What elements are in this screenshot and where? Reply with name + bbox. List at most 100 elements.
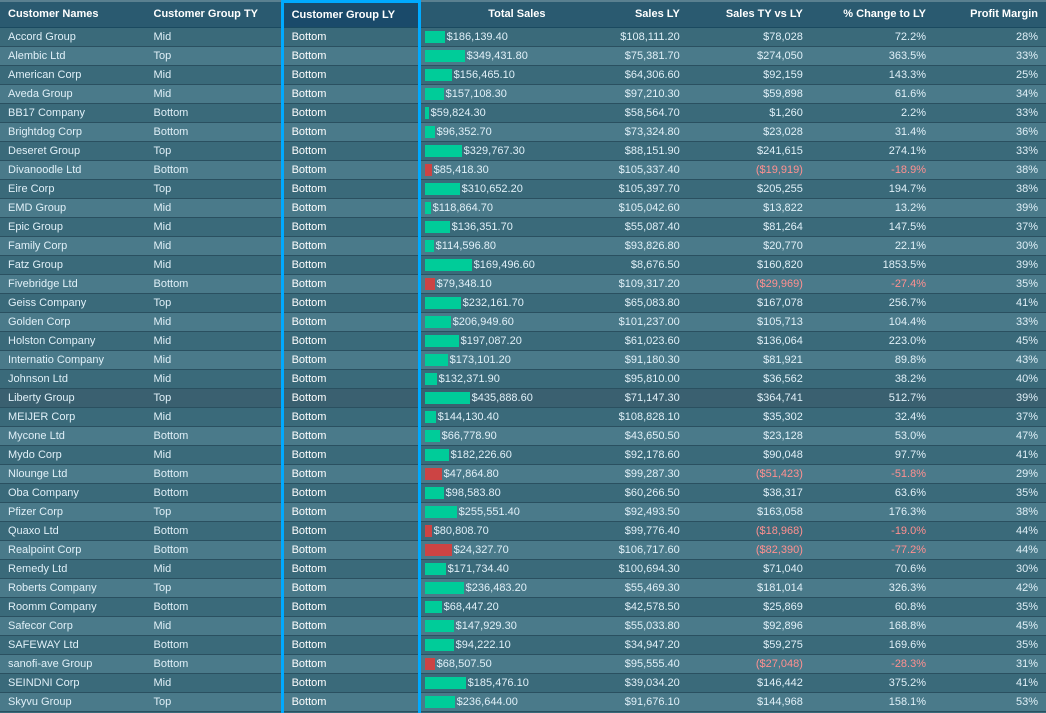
cell-salesLY: $105,397.70 [553,180,687,199]
cell-profitMargin: 39% [934,256,1046,275]
cell-salesTYvsLY: $78,028 [688,28,811,47]
cell-groupLY: Bottom [282,465,419,484]
col-header-salesLY[interactable]: Sales LY [553,2,687,28]
cell-name: Golden Corp [0,313,146,332]
cell-groupTY: Mid [146,617,283,636]
cell-groupLY: Bottom [282,161,419,180]
cell-salesLY: $61,023.60 [553,332,687,351]
cell-name: Brightdog Corp [0,123,146,142]
cell-name: SEINDNI Corp [0,674,146,693]
cell-groupLY: Bottom [282,180,419,199]
cell-pctChange: 89.8% [811,351,934,370]
cell-groupTY: Mid [146,370,283,389]
cell-salesTYvsLY: $205,255 [688,180,811,199]
cell-name: EMD Group [0,199,146,218]
cell-pctChange: 22.1% [811,237,934,256]
col-header-salesTYvsLY[interactable]: Sales TY vs LY [688,2,811,28]
cell-name: Pfizer Corp [0,503,146,522]
cell-profitMargin: 33% [934,142,1046,161]
table-row: SAFEWAY LtdBottomBottom$94,222.10$34,947… [0,636,1046,655]
cell-groupTY: Mid [146,446,283,465]
table-row: Internatio CompanyMidBottom$173,101.20$9… [0,351,1046,370]
col-header-profitMargin[interactable]: Profit Margin [934,2,1046,28]
cell-pctChange: 256.7% [811,294,934,313]
cell-salesTYvsLY: $90,048 [688,446,811,465]
cell-profitMargin: 44% [934,541,1046,560]
cell-groupLY: Bottom [282,313,419,332]
cell-profitMargin: 30% [934,237,1046,256]
cell-name: Deseret Group [0,142,146,161]
cell-salesTYvsLY: $146,442 [688,674,811,693]
cell-groupLY: Bottom [282,503,419,522]
main-table-container[interactable]: Customer Names Customer Group TY Custome… [0,0,1046,713]
cell-profitMargin: 38% [934,503,1046,522]
cell-salesLY: $88,151.90 [553,142,687,161]
cell-profitMargin: 41% [934,294,1046,313]
cell-salesTYvsLY: ($29,969) [688,275,811,294]
cell-totalSales: $197,087.20 [419,332,553,351]
cell-pctChange: 143.3% [811,66,934,85]
cell-pctChange: 2.2% [811,104,934,123]
cell-salesTYvsLY: $25,869 [688,598,811,617]
table-row: Safecor CorpMidBottom$147,929.30$55,033.… [0,617,1046,636]
table-row: Johnson LtdMidBottom$132,371.90$95,810.0… [0,370,1046,389]
col-header-name[interactable]: Customer Names [0,2,146,28]
table-row: Mydo CorpMidBottom$182,226.60$92,178.60$… [0,446,1046,465]
cell-totalSales: $435,888.60 [419,389,553,408]
col-header-pctChange[interactable]: % Change to LY [811,2,934,28]
cell-totalSales: $349,431.80 [419,47,553,66]
cell-totalSales: $232,161.70 [419,294,553,313]
col-header-totalSales[interactable]: Total Sales [419,2,553,28]
cell-profitMargin: 41% [934,674,1046,693]
cell-salesLY: $55,033.80 [553,617,687,636]
cell-groupTY: Mid [146,313,283,332]
col-header-groupLY[interactable]: Customer Group LY [282,2,419,28]
cell-name: BB17 Company [0,104,146,123]
cell-salesLY: $97,210.30 [553,85,687,104]
cell-salesTYvsLY: $160,820 [688,256,811,275]
cell-groupLY: Bottom [282,579,419,598]
table-row: Pfizer CorpTopBottom$255,551.40$92,493.5… [0,503,1046,522]
cell-salesLY: $60,266.50 [553,484,687,503]
cell-salesTYvsLY: $136,064 [688,332,811,351]
cell-salesLY: $8,676.50 [553,256,687,275]
cell-salesTYvsLY: ($18,968) [688,522,811,541]
cell-salesTYvsLY: $59,898 [688,85,811,104]
cell-name: Roberts Company [0,579,146,598]
col-header-groupTY[interactable]: Customer Group TY [146,2,283,28]
table-row: Quaxo LtdBottomBottom$80,808.70$99,776.4… [0,522,1046,541]
cell-groupTY: Mid [146,351,283,370]
cell-groupTY: Bottom [146,161,283,180]
cell-totalSales: $186,139.40 [419,28,553,47]
cell-groupTY: Bottom [146,636,283,655]
cell-salesTYvsLY: $364,741 [688,389,811,408]
cell-profitMargin: 25% [934,66,1046,85]
cell-salesLY: $34,947.20 [553,636,687,655]
cell-profitMargin: 44% [934,522,1046,541]
cell-name: Holston Company [0,332,146,351]
cell-profitMargin: 30% [934,560,1046,579]
cell-pctChange: 38.2% [811,370,934,389]
cell-name: Fatz Group [0,256,146,275]
cell-salesTYvsLY: $59,275 [688,636,811,655]
cell-groupTY: Bottom [146,275,283,294]
cell-groupTY: Mid [146,66,283,85]
table-row: Golden CorpMidBottom$206,949.60$101,237.… [0,313,1046,332]
cell-totalSales: $236,644.00 [419,693,553,712]
cell-groupTY: Mid [146,199,283,218]
cell-totalSales: $182,226.60 [419,446,553,465]
cell-pctChange: 104.4% [811,313,934,332]
cell-profitMargin: 45% [934,617,1046,636]
cell-totalSales: $68,507.50 [419,655,553,674]
cell-pctChange: 274.1% [811,142,934,161]
cell-pctChange: 70.6% [811,560,934,579]
cell-totalSales: $169,496.60 [419,256,553,275]
cell-name: Aveda Group [0,85,146,104]
cell-groupTY: Mid [146,237,283,256]
cell-groupLY: Bottom [282,142,419,161]
cell-name: Liberty Group [0,389,146,408]
table-row: Alembic LtdTopBottom$349,431.80$75,381.7… [0,47,1046,66]
cell-profitMargin: 38% [934,180,1046,199]
cell-pctChange: 97.7% [811,446,934,465]
cell-totalSales: $171,734.40 [419,560,553,579]
